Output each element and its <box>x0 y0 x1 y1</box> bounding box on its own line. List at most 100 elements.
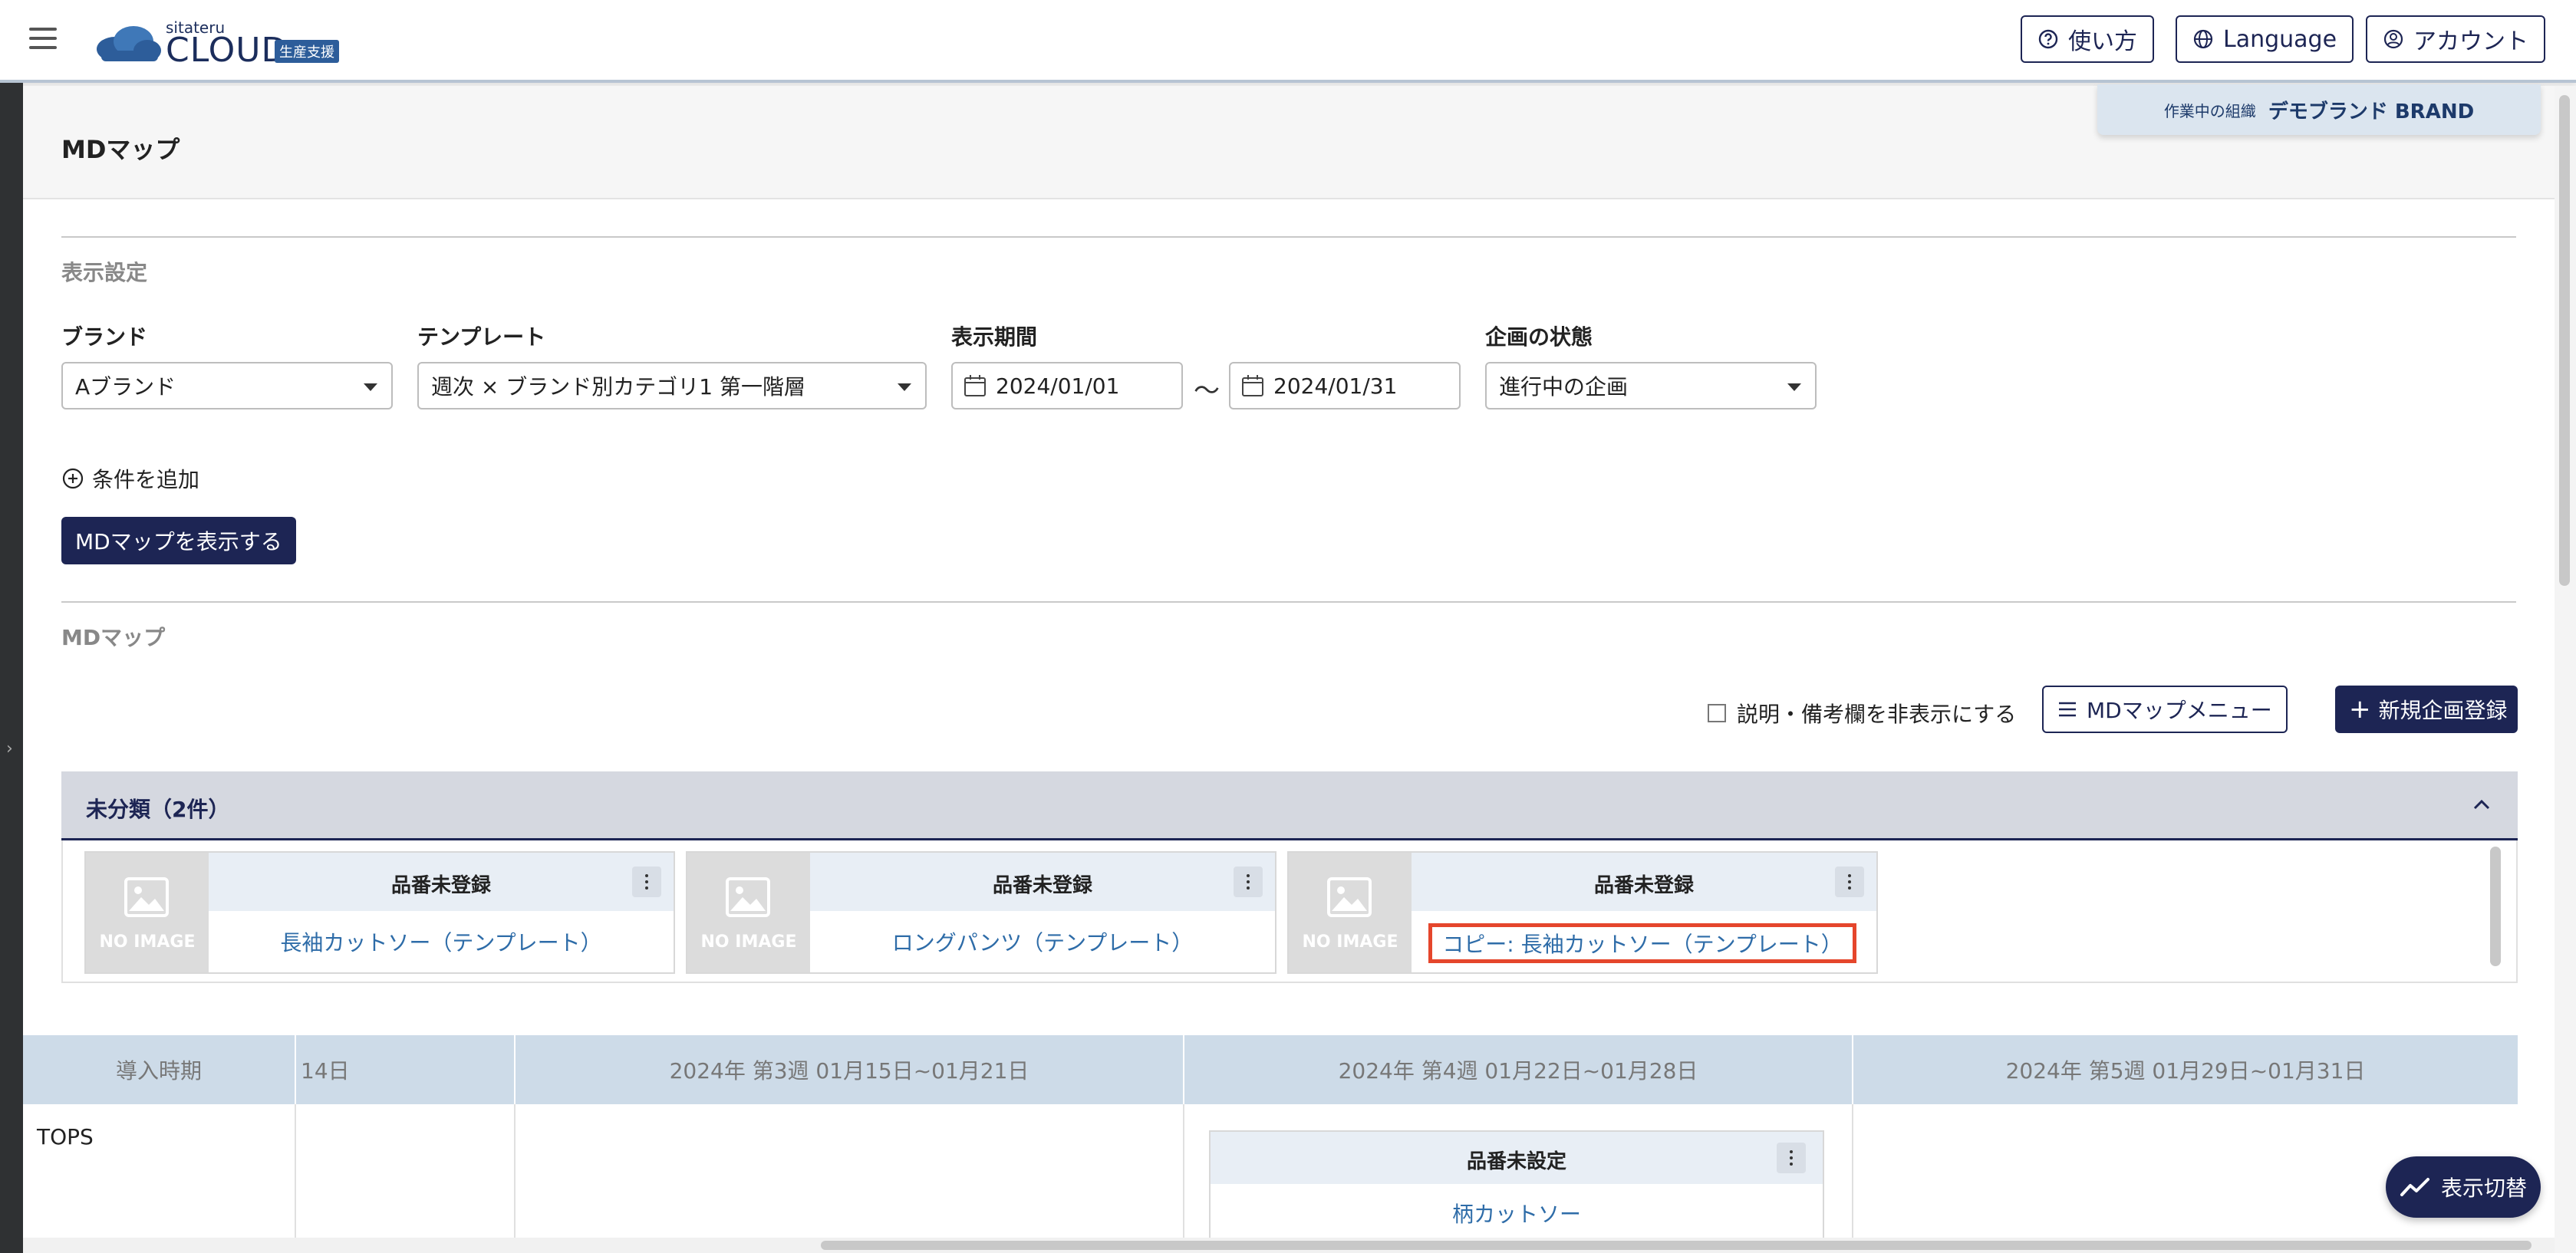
card-header: 品番未登録 <box>1412 853 1876 911</box>
column-divider <box>514 1104 516 1238</box>
card-code: 品番未登録 <box>1593 874 1694 897</box>
display-settings-title: 表示設定 <box>61 260 148 285</box>
kebab-menu-icon[interactable] <box>1835 867 1864 897</box>
trend-line-icon <box>2400 1178 2429 1196</box>
card-name-link[interactable]: 柄カットソー <box>1211 1198 1823 1228</box>
sitateru-cloud-logo[interactable]: sitateru CLOUD 生産支援 <box>95 17 356 70</box>
toggle-view-button[interactable]: 表示切替 <box>2386 1156 2541 1218</box>
uncategorized-title: 未分類（2件） <box>86 797 230 822</box>
show-mdmap-button[interactable]: MDマップを表示する <box>61 517 296 564</box>
no-image-text: NO IMAGE <box>700 932 797 952</box>
no-image-placeholder: NO IMAGE <box>687 853 810 972</box>
vertical-scrollbar[interactable] <box>2555 86 2576 1253</box>
current-organization: 作業中の組織 デモブランド BRAND <box>2097 84 2541 135</box>
plan-card[interactable]: NO IMAGE 品番未登録 コピー: 長袖カットソー（テンプレート） <box>1287 851 1878 974</box>
timeline-row-label: TOPS <box>37 1124 94 1149</box>
image-icon <box>124 877 169 917</box>
account-label: アカウント <box>2413 28 2528 55</box>
app-header: sitateru CLOUD 生産支援 使い方 Language アカウント <box>0 0 2576 83</box>
plus-icon: + <box>2349 694 2371 725</box>
no-image-placeholder: NO IMAGE <box>86 853 209 972</box>
image-icon <box>1327 877 1372 917</box>
period-end-value: 2024/01/31 <box>1273 373 1398 399</box>
org-label: 作業中の組織 <box>2163 101 2256 120</box>
period-start-input[interactable]: 2024/01/01 <box>951 362 1183 409</box>
period-start-value: 2024/01/01 <box>996 373 1120 399</box>
timeline-header: 導入時期 14日 2024年 第3週 01月15日~01月21日 2024年 第… <box>23 1035 2518 1104</box>
scrollbar-thumb[interactable] <box>2559 95 2570 586</box>
calendar-icon <box>1242 375 1263 396</box>
page-title: MDマップ <box>61 135 180 164</box>
plus-circle-icon <box>62 468 84 489</box>
timeline-column-header: 2024年 第4週 01月22日~01月28日 <box>1338 1058 1698 1084</box>
brand-select[interactable]: Aブランド <box>61 362 393 409</box>
card-header: 品番未設定 <box>1211 1132 1823 1184</box>
kebab-menu-icon[interactable] <box>1234 867 1263 897</box>
caret-down-icon <box>364 383 377 391</box>
question-circle-icon <box>2038 29 2058 49</box>
sidebar-collapsed[interactable]: › <box>0 83 23 1253</box>
new-plan-button[interactable]: + 新規企画登録 <box>2335 686 2518 733</box>
account-button[interactable]: アカウント <box>2366 15 2545 63</box>
column-divider <box>295 1104 296 1238</box>
card-header: 品番未登録 <box>810 853 1275 911</box>
no-image-placeholder: NO IMAGE <box>1289 853 1412 972</box>
show-mdmap-label: MDマップを表示する <box>75 529 282 554</box>
checkbox-box[interactable] <box>1708 704 1726 722</box>
caret-down-icon <box>898 383 911 391</box>
card-code: 品番未登録 <box>992 874 1092 897</box>
org-value: デモブランド BRAND <box>2268 100 2475 123</box>
image-icon <box>726 877 770 917</box>
timeline-row: TOPS 品番未設定 柄カットソー <box>23 1104 2518 1238</box>
chevron-right-icon[interactable]: › <box>6 739 13 758</box>
no-image-text: NO IMAGE <box>1302 932 1398 952</box>
logo-badge: 生産支援 <box>275 40 339 63</box>
status-select-value: 進行中の企画 <box>1499 374 1629 400</box>
timeline-column-header: 導入時期 <box>115 1058 202 1084</box>
timeline-column-header: 2024年 第3週 01月15日~01月21日 <box>669 1058 1029 1084</box>
hide-notes-checkbox[interactable]: 説明・備考欄を非表示にする <box>1708 698 2016 728</box>
period-end-input[interactable]: 2024/01/31 <box>1229 362 1461 409</box>
mdmap-section-title: MDマップ <box>61 625 166 650</box>
mdmap-menu-button[interactable]: MDマップメニュー <box>2042 686 2288 733</box>
kebab-menu-icon[interactable] <box>632 867 661 897</box>
column-divider <box>1183 1104 1184 1238</box>
plan-card[interactable]: NO IMAGE 品番未登録 長袖カットソー（テンプレート） <box>84 851 675 974</box>
timeline-plan-card[interactable]: 品番未設定 柄カットソー <box>1209 1130 1824 1238</box>
divider <box>61 601 2516 603</box>
menu-icon[interactable] <box>29 28 57 49</box>
column-divider <box>1852 1104 1853 1238</box>
card-name-link[interactable]: 長袖カットソー（テンプレート） <box>209 911 674 972</box>
toggle-view-label: 表示切替 <box>2440 1176 2527 1201</box>
uncategorized-group-header[interactable]: 未分類（2件） <box>61 771 2518 840</box>
mdmap-menu-label: MDマップメニュー <box>2087 698 2272 723</box>
brand-label: ブランド <box>61 324 148 350</box>
card-code: 品番未設定 <box>1466 1150 1566 1173</box>
period-tilde: 〜 <box>1194 376 1220 406</box>
chevron-up-icon[interactable] <box>2469 791 2495 817</box>
cloud-logo-icon <box>97 26 161 61</box>
plan-card[interactable]: NO IMAGE 品番未登録 ロングパンツ（テンプレート） <box>686 851 1276 974</box>
cards-scrollbar[interactable] <box>2490 847 2501 966</box>
no-image-text: NO IMAGE <box>99 932 196 952</box>
add-condition-label: 条件を追加 <box>92 467 200 492</box>
language-label: Language <box>2223 25 2337 53</box>
add-condition-button[interactable]: 条件を追加 <box>61 463 199 494</box>
caret-down-icon <box>1787 383 1801 391</box>
period-label: 表示期間 <box>951 324 1038 350</box>
language-button[interactable]: Language <box>2176 15 2354 63</box>
horizontal-scrollbar[interactable] <box>23 1238 2555 1253</box>
status-select[interactable]: 進行中の企画 <box>1485 362 1817 409</box>
column-divider <box>295 1035 296 1104</box>
card-header: 品番未登録 <box>209 853 674 911</box>
new-plan-label: 新規企画登録 <box>2378 698 2508 723</box>
user-circle-icon <box>2383 29 2403 49</box>
template-select[interactable]: 週次 × ブランド別カテゴリ1 第一階層 <box>417 362 927 409</box>
kebab-menu-icon[interactable] <box>1777 1143 1806 1173</box>
scrollbar-thumb[interactable] <box>821 1241 2532 1250</box>
help-button[interactable]: 使い方 <box>2021 15 2154 63</box>
list-icon <box>2059 702 2076 717</box>
card-name-link-highlighted[interactable]: コピー: 長袖カットソー（テンプレート） <box>1428 923 1856 963</box>
card-name-link[interactable]: ロングパンツ（テンプレート） <box>810 911 1275 972</box>
timeline-column-header: 2024年 第5週 01月29日~01月31日 <box>2005 1058 2366 1084</box>
